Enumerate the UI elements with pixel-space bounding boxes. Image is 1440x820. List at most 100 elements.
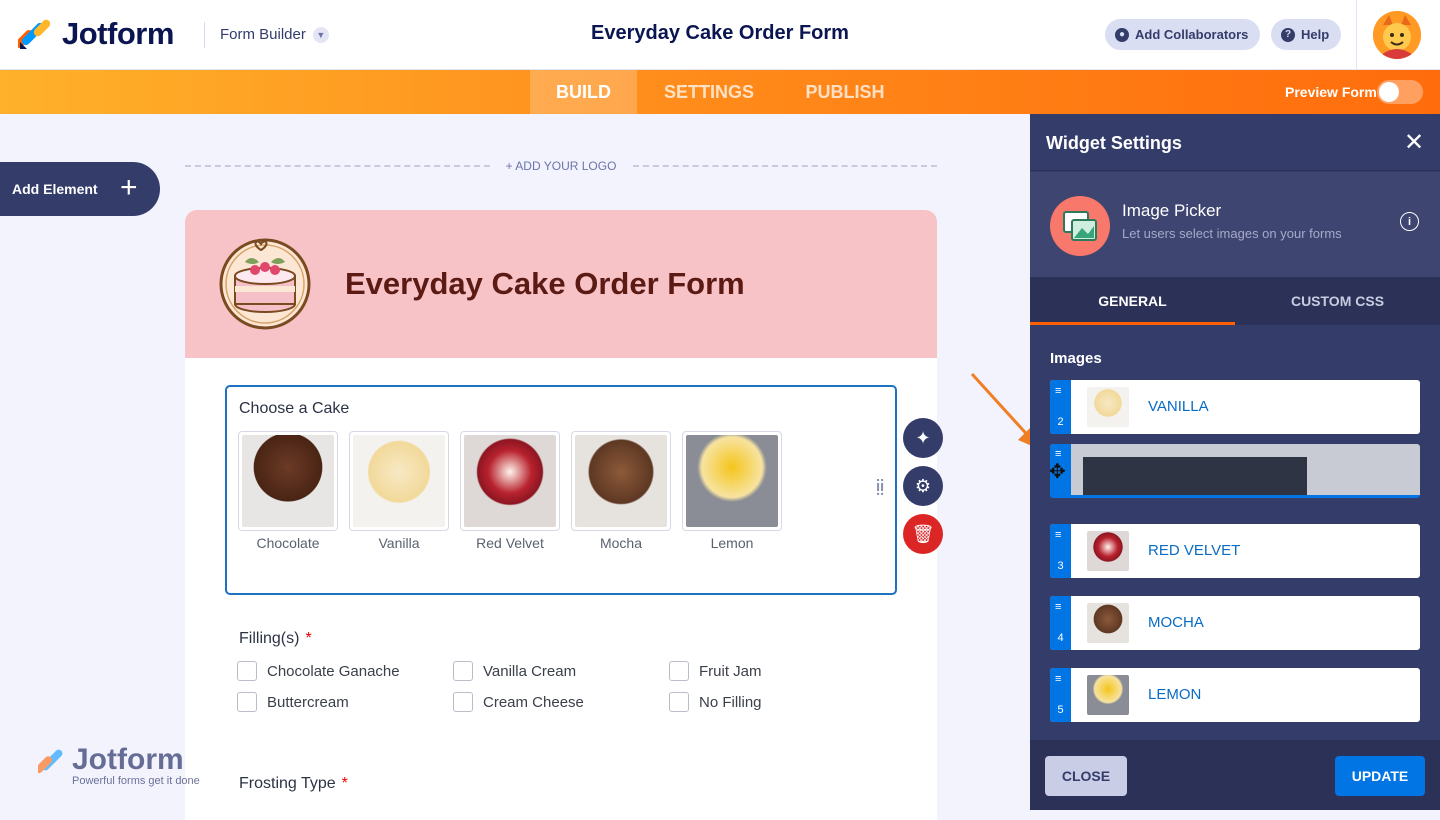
image-list-item[interactable]: ≡ 2 VANILLA xyxy=(1050,380,1420,434)
image-caption: Red Velvet xyxy=(476,535,544,551)
jotform-logo[interactable]: Jotform xyxy=(15,16,174,52)
dragging-item-placeholder[interactable]: ≡ xyxy=(1050,444,1420,498)
item-number: 2 xyxy=(1057,416,1064,428)
image-caption: Mocha xyxy=(599,535,643,551)
item-thumbnail xyxy=(1087,603,1129,643)
image-option-chocolate[interactable]: Chocolate xyxy=(238,431,338,551)
item-number: 4 xyxy=(1057,632,1064,644)
drag-handle[interactable]: ≡ 2 xyxy=(1050,380,1071,434)
images-section-label: Images xyxy=(1050,350,1102,367)
image-caption: Lemon xyxy=(710,535,754,551)
close-icon[interactable]: ✕ xyxy=(1404,128,1424,157)
update-button[interactable]: UPDATE xyxy=(1335,756,1425,796)
checkbox-box[interactable] xyxy=(453,661,473,681)
checkbox-vanilla-cream[interactable]: Vanilla Cream xyxy=(453,661,576,681)
required-mark: * xyxy=(341,775,348,792)
preview-form-label: Preview Form xyxy=(1285,84,1377,100)
add-collaborators-label: Add Collaborators xyxy=(1135,27,1249,42)
close-button[interactable]: CLOSE xyxy=(1045,756,1127,796)
item-number: 5 xyxy=(1057,704,1064,716)
avatar-area xyxy=(1356,0,1440,70)
image-option-vanilla[interactable]: Vanilla xyxy=(349,431,449,551)
form-builder-dropdown[interactable]: Form Builder ▼ xyxy=(220,26,329,43)
checkbox-chocolate-ganache[interactable]: Chocolate Ganache xyxy=(237,661,400,681)
logo-dashed-line-right xyxy=(633,165,937,167)
checkbox-box[interactable] xyxy=(237,661,257,681)
trash-icon: 🗑 xyxy=(911,523,935,544)
delete-field-button[interactable]: 🗑 xyxy=(903,514,943,554)
panel-tabs: GENERAL CUSTOM CSS xyxy=(1030,277,1440,325)
image-list-item[interactable]: ≡ 3 RED VELVET xyxy=(1050,524,1420,578)
question-icon: ? xyxy=(1281,27,1295,42)
add-element-label: Add Element xyxy=(12,181,98,197)
item-thumbnail xyxy=(1087,675,1129,715)
item-label[interactable]: MOCHA xyxy=(1148,614,1204,631)
image-caption: Chocolate xyxy=(256,535,320,551)
item-thumbnail xyxy=(1087,531,1129,571)
frosting-label: Frosting Type * xyxy=(239,775,348,793)
add-collaborators-button[interactable]: ● Add Collaborators xyxy=(1105,19,1261,50)
item-label[interactable]: VANILLA xyxy=(1148,398,1209,415)
checkbox-fruit-jam[interactable]: Fruit Jam xyxy=(669,661,762,681)
drag-handle[interactable]: ≡ 3 xyxy=(1050,524,1071,578)
tab-settings[interactable]: SETTINGS xyxy=(648,70,770,114)
drag-handle-icon: ≡ xyxy=(1055,448,1062,460)
avatar[interactable] xyxy=(1373,11,1421,59)
tab-build[interactable]: BUILD xyxy=(530,70,637,114)
watermark-tagline: Powerful forms get it done xyxy=(72,775,200,787)
tab-general[interactable]: GENERAL xyxy=(1030,277,1235,325)
checkbox-cream-cheese[interactable]: Cream Cheese xyxy=(453,692,584,712)
widget-settings-panel: Widget Settings ✕ Image Picker Let users… xyxy=(1030,114,1440,810)
drag-handle-icon: ≡ xyxy=(1055,385,1062,397)
checkbox-box[interactable] xyxy=(453,692,473,712)
image-thumb xyxy=(682,431,782,531)
panel-footer: CLOSE UPDATE xyxy=(1030,740,1440,810)
checkbox-label: Vanilla Cream xyxy=(483,662,577,680)
panel-header: Widget Settings ✕ xyxy=(1030,114,1440,171)
field-drag-handle-icon[interactable]: ⠿ ⠿ xyxy=(875,478,887,500)
image-option-mocha[interactable]: Mocha xyxy=(571,431,671,551)
field-settings-button[interactable]: ⚙ xyxy=(903,466,943,506)
widget-info: Image Picker Let users select images on … xyxy=(1030,172,1440,277)
image-option-lemon[interactable]: Lemon xyxy=(682,431,782,551)
add-logo-label: + ADD YOUR LOGO xyxy=(505,159,617,173)
checkbox-label: Buttercream xyxy=(267,693,349,711)
item-label[interactable]: RED VELVET xyxy=(1148,542,1240,559)
question-label: Choose a Cake xyxy=(239,400,350,417)
user-icon: ● xyxy=(1115,27,1129,42)
checkbox-box[interactable] xyxy=(237,692,257,712)
frosting-label-text: Frosting Type xyxy=(239,775,336,792)
checkbox-buttercream[interactable]: Buttercream xyxy=(237,692,349,712)
image-caption: Vanilla xyxy=(378,535,420,551)
drag-handle[interactable]: ≡ 4 xyxy=(1050,596,1071,650)
add-logo-area[interactable]: + ADD YOUR LOGO xyxy=(185,156,937,176)
fillings-label-text: Filling(s) xyxy=(239,630,300,647)
image-list-item[interactable]: ≡ 4 MOCHA xyxy=(1050,596,1420,650)
form-header[interactable]: Everyday Cake Order Form xyxy=(185,210,937,358)
watermark-brand: Jotform xyxy=(72,743,184,776)
tab-custom-css[interactable]: CUSTOM CSS xyxy=(1235,277,1440,325)
checkbox-box[interactable] xyxy=(669,661,689,681)
drag-handle-icon: ≡ xyxy=(1055,601,1062,613)
add-element-button[interactable]: Add Element + xyxy=(0,162,160,216)
tab-publish[interactable]: PUBLISH xyxy=(792,70,898,114)
jotform-logo-icon xyxy=(15,18,51,50)
gear-icon: ⚙ xyxy=(914,475,932,496)
magic-wand-button[interactable]: ✦ xyxy=(903,418,943,458)
help-button[interactable]: ? Help xyxy=(1271,19,1342,50)
image-option-red-velvet[interactable]: Red Velvet xyxy=(460,431,560,551)
image-thumb xyxy=(349,431,449,531)
info-icon[interactable]: i xyxy=(1400,212,1419,231)
image-picker-field[interactable]: Choose a Cake Chocolate Vanilla Red Velv… xyxy=(225,385,897,595)
image-list-item[interactable]: ≡ 5 LEMON xyxy=(1050,668,1420,722)
form-builder-label: Form Builder xyxy=(220,26,306,43)
checkbox-label: Cream Cheese xyxy=(483,693,584,711)
drag-handle[interactable]: ≡ 5 xyxy=(1050,668,1071,722)
item-label[interactable]: LEMON xyxy=(1148,686,1201,703)
widget-description: Let users select images on your forms xyxy=(1122,226,1342,241)
checkbox-box[interactable] xyxy=(669,692,689,712)
checkbox-no-filling[interactable]: No Filling xyxy=(669,692,762,712)
form-title[interactable]: Everyday Cake Order Form xyxy=(345,266,745,302)
chevron-down-icon: ▼ xyxy=(312,26,329,43)
preview-form-toggle[interactable] xyxy=(1377,80,1423,104)
